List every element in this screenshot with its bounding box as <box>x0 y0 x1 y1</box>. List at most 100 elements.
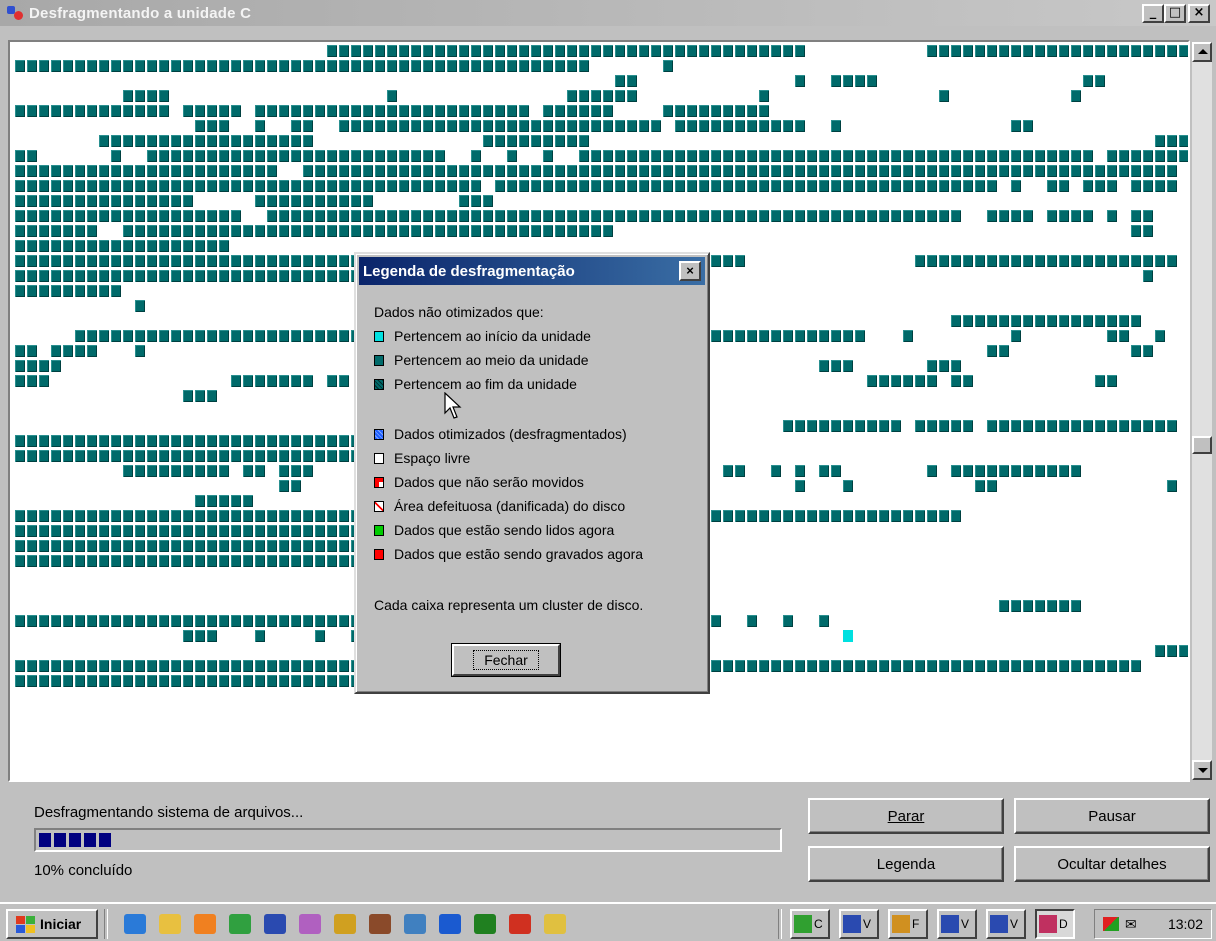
free-cluster <box>170 89 182 104</box>
disk-cluster <box>470 209 482 224</box>
clock[interactable]: 13:02 <box>1168 916 1203 932</box>
disk-cluster <box>962 149 974 164</box>
taskbar-button[interactable]: C <box>790 909 830 939</box>
free-cluster <box>14 419 26 434</box>
free-cluster <box>902 539 914 554</box>
free-cluster <box>1046 194 1058 209</box>
free-cluster <box>1154 344 1166 359</box>
free-cluster <box>878 299 890 314</box>
free-cluster <box>50 464 62 479</box>
close-button[interactable]: × <box>1188 4 1210 23</box>
disk-cluster <box>122 659 134 674</box>
taskbar-button[interactable]: V <box>937 909 977 939</box>
free-cluster <box>734 539 746 554</box>
disk-cluster <box>74 59 86 74</box>
ie-icon[interactable] <box>124 914 146 934</box>
disk-cluster <box>122 254 134 269</box>
disk-cluster <box>242 269 254 284</box>
free-cluster <box>866 344 878 359</box>
disk-cluster <box>14 209 26 224</box>
minimize-button[interactable]: _ <box>1142 4 1164 23</box>
disk-cluster <box>134 329 146 344</box>
free-cluster <box>98 149 110 164</box>
free-cluster <box>998 404 1010 419</box>
free-cluster <box>758 644 770 659</box>
zonealarm-icon[interactable] <box>509 914 531 934</box>
taskbar-button[interactable]: V <box>839 909 879 939</box>
free-cluster <box>1070 389 1082 404</box>
disk-cluster <box>386 179 398 194</box>
free-cluster <box>794 389 806 404</box>
app-icon[interactable] <box>229 914 251 934</box>
free-cluster <box>494 149 506 164</box>
free-cluster <box>866 194 878 209</box>
free-cluster <box>1034 449 1046 464</box>
free-cluster <box>770 614 782 629</box>
unmovable-square-icon <box>374 476 384 488</box>
legend-button[interactable]: Legenda <box>808 846 1004 882</box>
free-cluster <box>1010 284 1022 299</box>
free-cluster <box>962 89 974 104</box>
free-cluster <box>986 554 998 569</box>
disk-cluster <box>1058 314 1070 329</box>
word-icon[interactable] <box>264 914 286 934</box>
scroll-thumb[interactable] <box>1192 436 1212 454</box>
dialog-close-action-button[interactable]: Fechar <box>452 644 560 676</box>
taskbar-button[interactable]: F <box>888 909 928 939</box>
disk-cluster <box>14 179 26 194</box>
free-cluster <box>26 74 38 89</box>
hide-details-button[interactable]: Ocultar detalhes <box>1014 846 1210 882</box>
disk-cluster <box>14 524 26 539</box>
media-icon[interactable] <box>369 914 391 934</box>
free-cluster <box>662 134 674 149</box>
taskbar-button[interactable]: V <box>986 909 1026 939</box>
pause-button[interactable]: Pausar <box>1014 798 1210 834</box>
dialog-close-button[interactable]: × <box>679 261 701 281</box>
disk-cluster <box>854 74 866 89</box>
disk-cluster <box>338 104 350 119</box>
disk-cluster <box>914 149 926 164</box>
disk-cluster <box>482 119 494 134</box>
start-button[interactable]: Iniciar <box>6 909 98 939</box>
disk-cluster <box>986 254 998 269</box>
disk-cluster <box>170 674 182 689</box>
disk-cluster <box>50 239 62 254</box>
free-cluster <box>50 599 62 614</box>
vertical-scrollbar[interactable] <box>1192 42 1212 780</box>
disk-cluster <box>974 149 986 164</box>
disk-cluster <box>566 179 578 194</box>
disk-cluster <box>314 509 326 524</box>
notepad-icon[interactable] <box>159 914 181 934</box>
disk-cluster <box>134 239 146 254</box>
free-cluster <box>38 629 50 644</box>
tool-icon[interactable] <box>334 914 356 934</box>
free-cluster <box>842 239 854 254</box>
chart-icon[interactable] <box>474 914 496 934</box>
free-cluster <box>110 464 122 479</box>
media-player-icon[interactable] <box>194 914 216 934</box>
paint-icon[interactable] <box>299 914 321 934</box>
taskbar-button[interactable]: D <box>1035 909 1075 939</box>
mail-tray-icon[interactable]: ✉ <box>1125 916 1137 933</box>
scroll-down-button[interactable] <box>1192 760 1212 780</box>
free-cluster <box>50 119 62 134</box>
dialog-title-bar[interactable]: Legenda de desfragmentação × <box>359 257 705 285</box>
disk-cluster <box>1022 164 1034 179</box>
free-cluster <box>1070 554 1082 569</box>
maximize-button[interactable]: □ <box>1164 4 1186 23</box>
disk-icon[interactable] <box>404 914 426 934</box>
eye-icon[interactable] <box>439 914 461 934</box>
free-cluster <box>998 539 1010 554</box>
free-cluster <box>818 479 830 494</box>
free-cluster <box>1022 179 1034 194</box>
free-cluster <box>1094 614 1106 629</box>
flag-tray-icon[interactable] <box>1103 917 1119 931</box>
scroll-up-button[interactable] <box>1192 42 1212 62</box>
disk-cluster <box>50 254 62 269</box>
system-tray: ✉ 13:02 <box>1094 909 1212 939</box>
stop-button[interactable]: Parar <box>808 798 1004 834</box>
disk-cluster <box>806 149 818 164</box>
disk-cluster <box>134 554 146 569</box>
folder-icon[interactable] <box>544 914 566 934</box>
free-cluster <box>326 74 338 89</box>
